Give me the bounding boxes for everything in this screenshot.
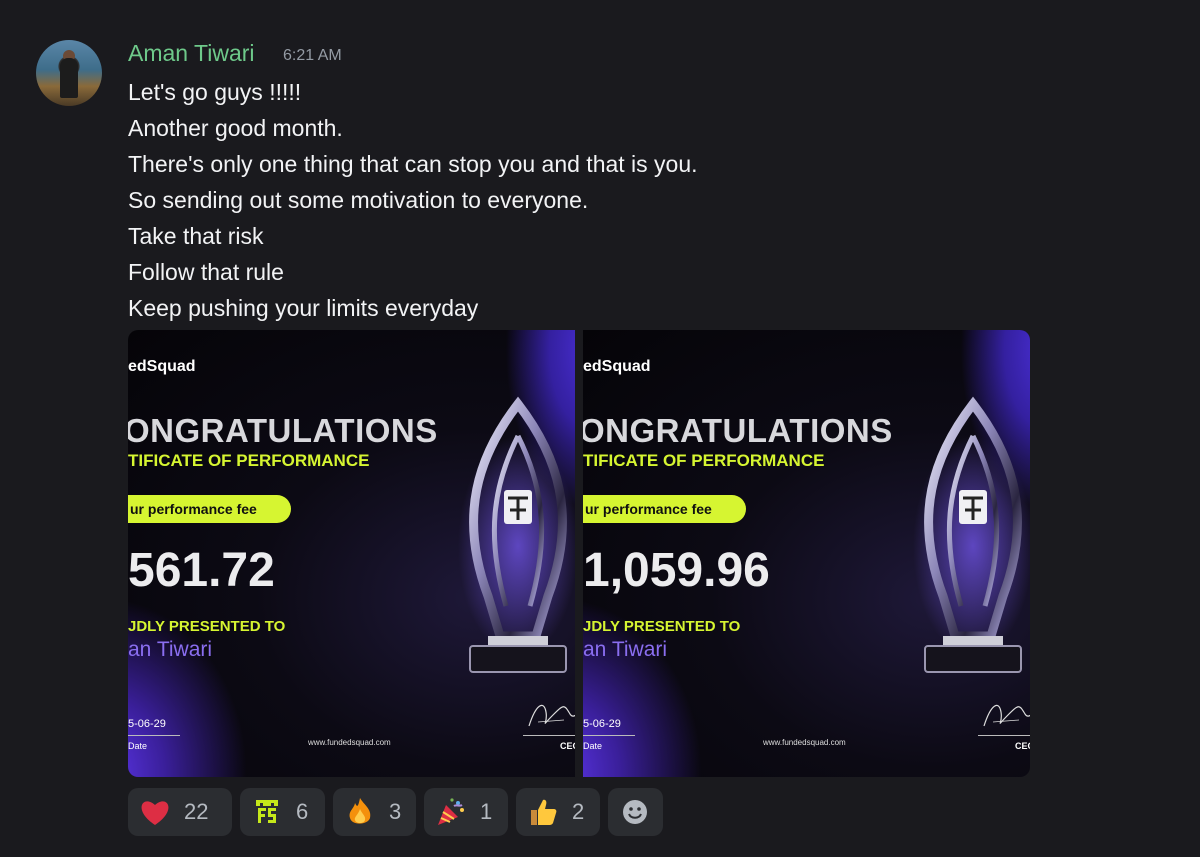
- certificate-amount: 1,059.96: [583, 544, 770, 597]
- trophy-icon: [913, 396, 1030, 673]
- certificate-subheading: TIFICATE OF PERFORMANCE: [583, 451, 825, 470]
- reaction-party[interactable]: 1: [424, 788, 508, 836]
- reaction-count: 1: [480, 799, 493, 824]
- signature-icon: [528, 704, 575, 727]
- divider: [523, 735, 575, 736]
- reaction-thumbs-up[interactable]: 2: [516, 788, 600, 836]
- reaction-count: 2: [572, 799, 585, 824]
- trophy-icon: [458, 396, 575, 673]
- reaction-fire[interactable]: 3: [333, 788, 416, 836]
- ceo-label: CEO: [560, 741, 575, 751]
- message-line: Follow that rule: [128, 259, 284, 285]
- reaction-count: 3: [389, 799, 402, 824]
- reaction-count: 22: [184, 799, 209, 824]
- divider: [128, 735, 180, 736]
- certificate-amount: 561.72: [128, 544, 275, 597]
- certificate-brand: edSquad: [128, 358, 196, 375]
- performance-fee-pill: ur performance fee: [128, 495, 291, 523]
- avatar[interactable]: [36, 40, 102, 106]
- presented-to-label: JDLY PRESENTED TO: [583, 618, 741, 635]
- party-popper-icon: [436, 797, 466, 827]
- image-attachment[interactable]: edSquad ONGRATULATIONS TIFICATE OF PERFO…: [128, 330, 575, 777]
- reaction-count: 6: [296, 799, 309, 824]
- certificate-date: 5-06-29: [128, 718, 166, 730]
- fire-icon: [345, 797, 375, 827]
- message-line: Let's go guys !!!!!: [128, 79, 302, 105]
- recipient-name: an Tiwari: [128, 638, 213, 661]
- website-text: www.fundedsquad.com: [763, 738, 846, 747]
- reaction-fundedsquad[interactable]: 6: [240, 788, 325, 836]
- reaction-heart[interactable]: 22: [128, 788, 232, 836]
- timestamp: 6:21 AM: [283, 47, 342, 64]
- message-line: Another good month.: [128, 115, 343, 141]
- certificate-date: 5-06-29: [583, 718, 621, 730]
- divider: [978, 735, 1030, 736]
- image-attachment[interactable]: edSquad ONGRATULATIONS TIFICATE OF PERFO…: [583, 330, 1030, 777]
- message-line: Keep pushing your limits everyday: [128, 295, 479, 321]
- divider: [583, 735, 635, 736]
- date-label: Date: [128, 741, 148, 751]
- certificate-heading: ONGRATULATIONS: [128, 412, 438, 449]
- performance-fee-pill: ur performance fee: [583, 495, 746, 523]
- date-label: Date: [583, 741, 603, 751]
- heart-icon: [140, 797, 170, 827]
- message-line: There's only one thing that can stop you…: [128, 151, 698, 177]
- message-line: Take that risk: [128, 223, 264, 249]
- thumbs-up-icon: [528, 797, 558, 827]
- certificate-heading: ONGRATULATIONS: [583, 412, 893, 449]
- recipient-name: an Tiwari: [583, 638, 668, 661]
- fundedsquad-logo-icon: [252, 797, 282, 827]
- signature-icon: [983, 704, 1030, 727]
- certificate-brand: edSquad: [583, 358, 651, 375]
- add-reaction-button[interactable]: [608, 788, 663, 836]
- add-reaction-icon: [620, 797, 650, 827]
- message-line: So sending out some motivation to everyo…: [128, 187, 589, 213]
- username[interactable]: Aman Tiwari: [128, 40, 255, 67]
- website-text: www.fundedsquad.com: [308, 738, 391, 747]
- ceo-label: CEO: [1015, 741, 1030, 751]
- presented-to-label: JDLY PRESENTED TO: [128, 618, 286, 635]
- certificate-subheading: TIFICATE OF PERFORMANCE: [128, 451, 370, 470]
